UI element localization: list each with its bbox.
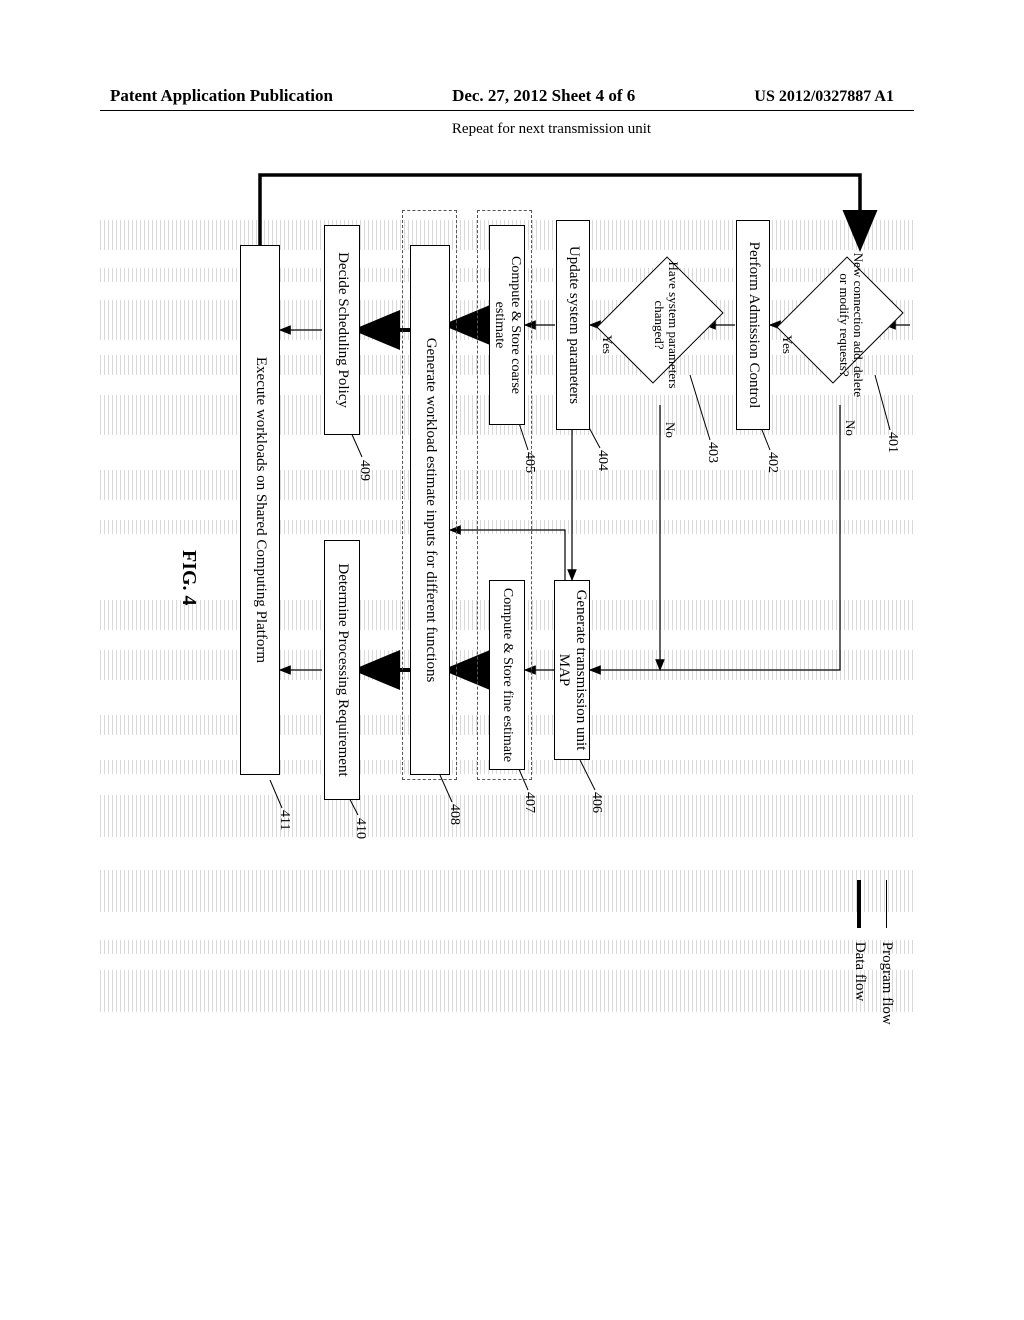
- header-middle: Dec. 27, 2012 Sheet 4 of 6: [452, 86, 635, 106]
- ref-410: 410: [352, 818, 368, 839]
- loop-label: Repeat for next transmission unit: [452, 121, 651, 138]
- box-fine-estimate-label: Compute & Store fine estimate: [499, 588, 515, 762]
- header-right: US 2012/0327887 A1: [754, 88, 894, 106]
- thin-line-icon: [886, 880, 887, 928]
- box-gen-map: Generate transmission unit MAP: [554, 580, 590, 760]
- header-left: Patent Application Publication: [110, 86, 333, 106]
- decision-connection-request-label: New connection add, delete or modify req…: [836, 250, 865, 400]
- ref-406: 406: [588, 792, 604, 813]
- ref-407: 407: [521, 792, 537, 813]
- box-processing-req-label: Determine Processing Requirement: [333, 563, 350, 776]
- box-processing-req: Determine Processing Requirement: [324, 540, 360, 800]
- box-coarse-estimate-label: Compute & Store coarse estimate: [491, 232, 523, 418]
- figure-caption: FIG. 4: [177, 550, 200, 606]
- branch-yes-401: Yes: [779, 335, 795, 354]
- ref-408: 408: [446, 804, 462, 825]
- branch-no-403: No: [662, 422, 678, 438]
- box-fine-estimate: Compute & Store fine estimate: [489, 580, 525, 770]
- box-gen-map-label: Generate transmission unit MAP: [555, 587, 590, 753]
- box-scheduling-policy: Decide Scheduling Policy: [324, 225, 360, 435]
- legend-data-flow-label: Data flow: [852, 942, 868, 1002]
- page-header: Patent Application Publication Dec. 27, …: [110, 86, 894, 106]
- ref-404: 404: [594, 450, 610, 471]
- ref-403: 403: [704, 442, 720, 463]
- box-execute-workloads-label: Execute workloads on Shared Computing Pl…: [251, 357, 268, 663]
- legend-program-flow: Program flow: [878, 880, 895, 1025]
- ref-401: 401: [884, 432, 900, 453]
- decision-params-changed-label: Have system parameters changed?: [651, 250, 680, 400]
- ref-405: 405: [521, 452, 537, 473]
- ref-409: 409: [356, 460, 372, 481]
- legend-data-flow: Data flow: [851, 880, 868, 1025]
- legend: Program flow Data flow: [851, 880, 895, 1025]
- figure-4-diagram: New connection add, delete or modify req…: [100, 150, 920, 1050]
- box-scheduling-policy-label: Decide Scheduling Policy: [333, 252, 350, 408]
- header-rule: [100, 110, 914, 111]
- box-coarse-estimate: Compute & Store coarse estimate: [489, 225, 525, 425]
- box-update-params: Update system parameters: [556, 220, 590, 430]
- box-update-params-label: Update system parameters: [564, 246, 581, 404]
- thick-line-icon: [857, 880, 861, 928]
- box-admission-control-label: Perform Admission Control: [744, 242, 761, 409]
- branch-no-401: No: [842, 420, 858, 436]
- box-workload-inputs-label: Generate workload estimate inputs for di…: [421, 338, 438, 683]
- ref-402: 402: [764, 452, 780, 473]
- ref-411: 411: [276, 810, 292, 830]
- box-workload-inputs: Generate workload estimate inputs for di…: [410, 245, 450, 775]
- box-admission-control: Perform Admission Control: [736, 220, 770, 430]
- legend-program-flow-label: Program flow: [879, 942, 895, 1025]
- box-execute-workloads: Execute workloads on Shared Computing Pl…: [240, 245, 280, 775]
- branch-yes-403: Yes: [599, 335, 615, 354]
